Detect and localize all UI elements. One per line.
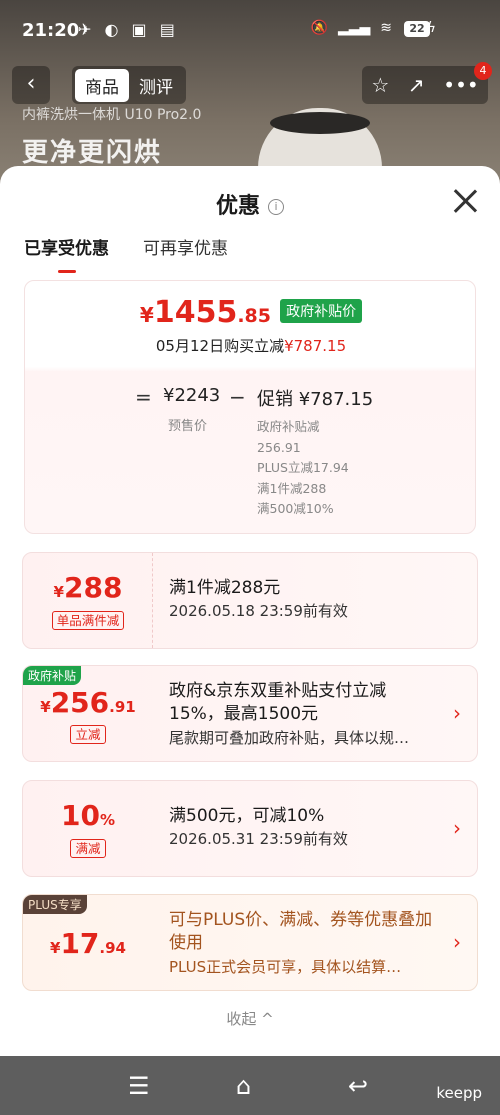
status-right-icons: 🔕 ▂▃▄ ≋ (311, 20, 392, 36)
header-actions: ☆ ↗ ••• (362, 66, 488, 104)
presale-label: 预售价 (168, 419, 208, 434)
product-subtitle: 内裤洗烘一体机 U10 Pro2.0 (22, 107, 202, 123)
card-amount: ¥288 (23, 571, 153, 604)
tab-product[interactable]: 商品 (75, 68, 129, 102)
chevron-left-icon: ‹ (26, 71, 36, 96)
price-currency: ¥ (139, 303, 154, 327)
equals-sign: = (135, 385, 152, 409)
charging-icon: ϟ (426, 20, 436, 36)
card-type-label: 单品满件减 (51, 611, 125, 630)
card-amount-dec: .94 (99, 939, 126, 957)
final-price-row: ¥1455.85 政府补贴价 (25, 295, 477, 330)
signal-icon: ▂▃▄ (337, 20, 371, 36)
notification-icons: ✈ ◐ ▣ ▤ (78, 20, 179, 39)
collapse-button[interactable]: 收起 ^ (0, 1008, 500, 1029)
card-amount-area: ¥288 单品满件减 (23, 553, 153, 648)
promo-breakdown: 政府补贴减 256.91 PLUS立减17.94 满1件减288 满500减10… (257, 417, 349, 520)
status-time: 21:20 (22, 20, 80, 41)
menu-icon[interactable]: ☰ (128, 1072, 150, 1100)
card-amount-dec: .91 (109, 698, 136, 716)
card-amount: ¥256.91 (23, 686, 153, 719)
chevron-right-icon[interactable]: › (453, 816, 461, 840)
card-currency: ¥ (53, 583, 64, 601)
home-icon[interactable]: ⌂ (236, 1072, 251, 1100)
discount-card-plus[interactable]: PLUS专享 ¥17.94 可与PLUS价、满减、券等优惠叠加使用 PLUS正式… (22, 894, 478, 991)
wifi-icon: ≋ (380, 20, 392, 36)
chevron-right-icon[interactable]: › (453, 701, 461, 725)
card-validity: 2026.05.18 23:59前有效 (169, 602, 348, 620)
date-discount-text: 05月12日购买立减 (155, 337, 285, 355)
card-amount-int: 17 (60, 927, 100, 960)
price-summary: ¥1455.85 政府补贴价 05月12日购买立减¥787.15 = ¥2243… (24, 280, 476, 534)
card-amount-area: 10% 满减 (23, 781, 153, 876)
sheet-title: 优惠 (215, 194, 260, 219)
card-note: PLUS正式会员可享，具体以结算… (169, 958, 402, 976)
mute-icon: 🔕 (310, 20, 328, 36)
tab-enjoyed-discounts[interactable]: 已享受优惠 (24, 234, 109, 273)
card-type-label: 满减 (70, 839, 106, 858)
product-image-lid (270, 112, 370, 134)
gov-subsidy-price-tag: 政府补贴价 (280, 299, 363, 323)
card-amount: ¥17.94 (23, 927, 153, 960)
product-tabs: 商品 测评 (72, 66, 186, 104)
discount-tabs: 已享受优惠 可再享优惠 (24, 234, 228, 273)
card-amount-int: 10 (61, 799, 100, 832)
info-icon[interactable]: i (268, 199, 284, 215)
system-nav-bar: ☰ ⌂ ↩ keepp (0, 1056, 500, 1115)
promo-total: 促销 ¥787.15 (257, 389, 374, 410)
card-type: 单品满件减 (23, 610, 153, 630)
card-title: 可与PLUS价、满减、券等优惠叠加使用 (169, 910, 433, 953)
promo-item: 政府补贴减 (257, 419, 320, 434)
back-button[interactable]: ‹ (12, 66, 50, 104)
card-type: 立减 (23, 724, 153, 744)
status-bar: 21:20 ✈ ◐ ▣ ▤ 🔕 ▂▃▄ ≋ 22 ϟ (0, 0, 500, 56)
close-button[interactable] (452, 188, 478, 214)
final-price: ¥1455.85 (140, 295, 271, 330)
card-currency: ¥ (40, 698, 51, 716)
promo-item: 256.91 (257, 439, 301, 455)
card-amount-dec: % (99, 811, 115, 829)
price-integer: 1455 (153, 295, 238, 330)
promo-item: PLUS立减17.94 (257, 460, 349, 475)
watermark: keepp (436, 1084, 482, 1102)
minus-sign: − (229, 385, 246, 409)
card-note: 尾款期可叠加政府补贴，具体以规… (169, 729, 410, 747)
tab-review[interactable]: 测评 (129, 69, 183, 102)
date-discount-amount: ¥787.15 (284, 337, 347, 355)
price-decimal: .85 (237, 305, 271, 327)
card-currency: ¥ (50, 939, 61, 957)
discount-card-full-reduction[interactable]: 10% 满减 满500元，可减10% 2026.05.31 23:59前有效 › (22, 780, 478, 877)
card-title: 政府&京东双重补贴支付立减15%，最高1500元 (169, 681, 387, 724)
chevron-right-icon[interactable]: › (453, 930, 461, 954)
card-amount-area: ¥17.94 (23, 895, 153, 990)
presale-price: ¥2243 (163, 385, 221, 406)
star-icon[interactable]: ☆ (371, 73, 389, 97)
date-discount-line: 05月12日购买立减¥787.15 (25, 335, 477, 356)
card-amount: 10% (23, 799, 153, 832)
sheet-title-row: 优惠 i (0, 188, 500, 220)
card-validity: 2026.05.31 23:59前有效 (169, 830, 348, 848)
share-icon[interactable]: ↗ (408, 73, 425, 97)
discount-card-gov-subsidy[interactable]: 政府补贴 ¥256.91 立减 政府&京东双重补贴支付立减15%，最高1500元… (22, 665, 478, 762)
more-icon[interactable]: ••• (443, 73, 478, 97)
tab-more-discounts[interactable]: 可再享优惠 (143, 234, 228, 273)
card-amount-area: ¥256.91 立减 (23, 666, 153, 761)
card-title: 满1件减288元 (169, 578, 281, 598)
card-amount-int: 288 (63, 571, 123, 604)
message-badge: 4 (474, 62, 492, 80)
product-headline: 更净更闪烘 (22, 138, 163, 168)
card-type-label: 立减 (70, 725, 106, 744)
card-type: 满减 (23, 838, 153, 858)
discount-sheet: 优惠 i 已享受优惠 可再享优惠 ¥1455.85 政府补贴价 05月12日购买立… (0, 166, 500, 1056)
discount-card-item-reduction: ¥288 单品满件减 满1件减288元 2026.05.18 23:59前有效 (22, 552, 478, 649)
promo-item: 满500减10% (257, 501, 334, 516)
back-nav-icon[interactable]: ↩ (348, 1072, 368, 1100)
card-title: 满500元，可减10% (169, 806, 325, 826)
card-amount-int: 256 (50, 686, 110, 719)
promo-item: 满1件减288 (257, 480, 327, 496)
